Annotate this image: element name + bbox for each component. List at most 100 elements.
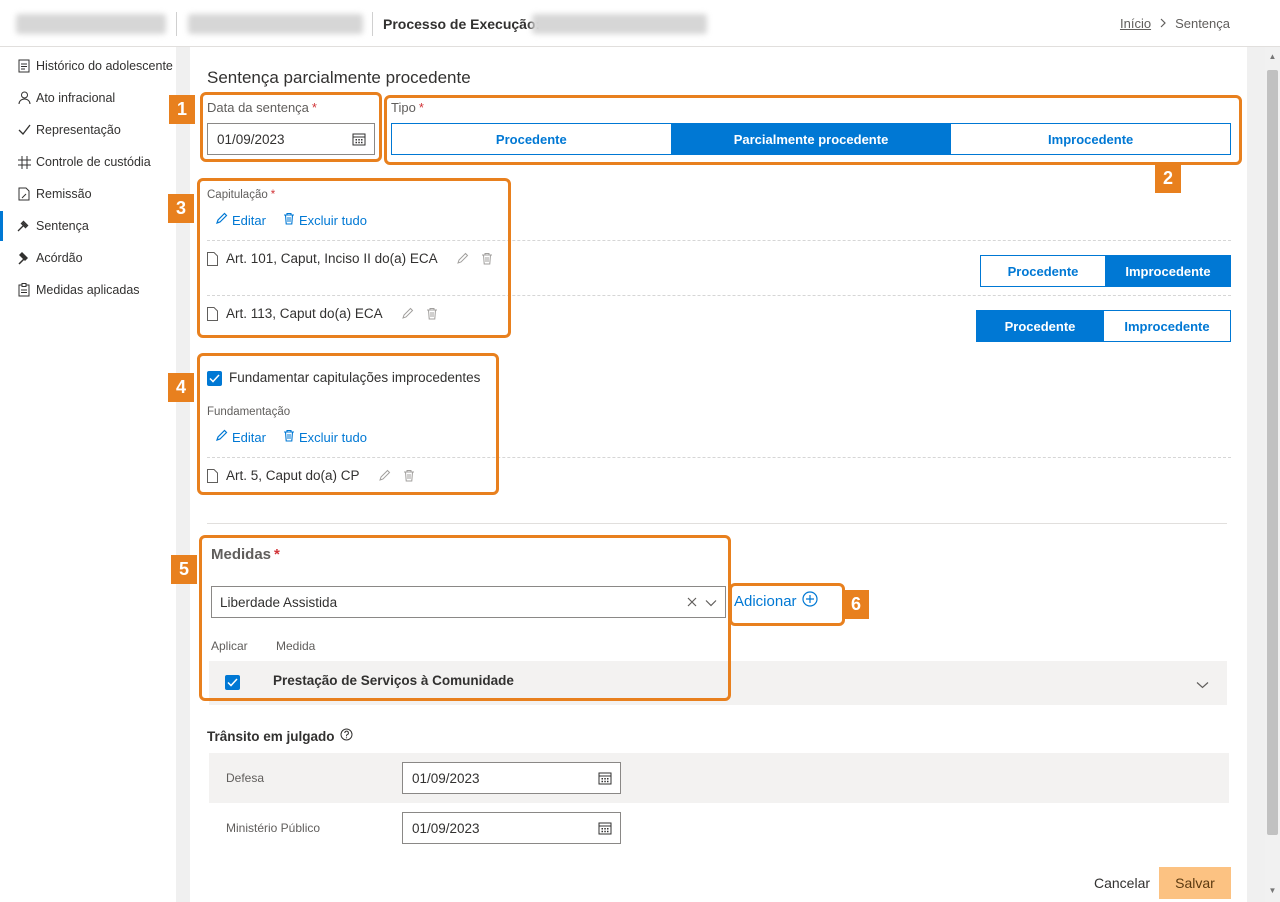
tipo-improcedente-button[interactable]: Improcedente: [951, 124, 1231, 154]
file-icon: [207, 468, 219, 483]
callout-badge-2: 2: [1155, 164, 1181, 193]
editar-capitulacao-button[interactable]: Editar: [215, 212, 266, 228]
sidebar-item-controle-custodia[interactable]: Controle de custódia: [0, 147, 176, 177]
gutter: [176, 47, 190, 902]
medida-aplicar-checkbox[interactable]: [225, 675, 240, 690]
sidebar-item-historico[interactable]: Histórico do adolescente: [0, 51, 176, 81]
sidebar-item-ato-infracional[interactable]: Ato infracional: [0, 83, 176, 113]
sidebar-item-label: Histórico do adolescente: [36, 59, 173, 73]
sidebar-item-acordao[interactable]: Acórdão: [0, 243, 176, 273]
section-divider: [207, 523, 1227, 524]
grid-icon: [17, 155, 31, 169]
trash-icon[interactable]: [426, 307, 439, 320]
pencil-icon[interactable]: [456, 252, 469, 265]
divider: [207, 295, 1231, 296]
defesa-label: Defesa: [226, 771, 265, 785]
help-icon[interactable]: [340, 728, 353, 744]
gavel-icon: [17, 219, 31, 233]
procedente-button[interactable]: Procedente: [981, 256, 1106, 286]
medida-row[interactable]: Prestação de Serviços à Comunidade: [209, 661, 1227, 705]
col-header-medida: Medida: [276, 639, 316, 653]
pencil-icon[interactable]: [378, 469, 391, 482]
data-sentenca-value: 01/09/2023: [217, 131, 285, 147]
defesa-row: Defesa: [209, 753, 1229, 803]
breadcrumb-current: Sentença: [1175, 16, 1230, 31]
improcedente-button[interactable]: Improcedente: [1106, 256, 1230, 286]
calendar-icon[interactable]: [352, 132, 366, 146]
chevron-right-icon: [1159, 16, 1167, 31]
tipo-procedente-button[interactable]: Procedente: [392, 124, 672, 154]
sidebar-item-sentenca[interactable]: Sentença: [0, 211, 176, 241]
blurred-process-number: [532, 14, 707, 34]
data-sentenca-field[interactable]: 01/09/2023: [207, 123, 375, 155]
sidebar-item-label: Sentença: [36, 219, 89, 233]
editar-fundamentacao-button[interactable]: Editar: [215, 429, 266, 445]
excluir-tudo-fundamentacao-button[interactable]: Excluir tudo: [283, 429, 367, 445]
add-circle-icon: [801, 591, 818, 611]
callout-badge-1: 1: [169, 95, 195, 124]
file-icon: [207, 251, 219, 266]
sidebar-item-remissao[interactable]: Remissão: [0, 179, 176, 209]
scroll-down-arrow[interactable]: ▼: [1265, 884, 1280, 898]
callout-badge-4: 4: [168, 373, 194, 402]
sidebar-item-representacao[interactable]: Representação: [0, 115, 176, 145]
sidebar-item-medidas-aplicadas[interactable]: Medidas aplicadas: [0, 275, 176, 305]
excluir-tudo-capitulacao-button[interactable]: Excluir tudo: [283, 212, 367, 228]
callout-badge-3: 3: [168, 194, 194, 223]
calendar-icon[interactable]: [598, 821, 612, 835]
blurred-name: [16, 14, 166, 34]
medidas-label: Medidas *: [211, 546, 280, 563]
trash-icon: [283, 212, 295, 228]
medida-name: Prestação de Serviços à Comunidade: [273, 673, 514, 688]
fundamentar-checkbox[interactable]: [207, 371, 222, 386]
sidebar-item-label: Representação: [36, 123, 121, 137]
capitulacao-text: Art. 101, Caput, Inciso II do(a) ECA: [226, 251, 438, 266]
fundamentar-label: Fundamentar capitulações improcedentes: [229, 370, 481, 385]
breadcrumb: Início Sentença: [1120, 16, 1230, 31]
fundamentacao-label: Fundamentação: [207, 406, 291, 418]
transito-label: Trânsito em julgado: [207, 728, 353, 744]
tipo-parcialmente-button[interactable]: Parcialmente procedente: [671, 124, 952, 154]
excluir-tudo-label: Excluir tudo: [299, 212, 367, 228]
capitulacao-2-toggle: Procedente Improcedente: [976, 310, 1231, 342]
chevron-down-icon[interactable]: [705, 595, 717, 610]
scroll-up-arrow[interactable]: ▲: [1265, 50, 1280, 64]
fundamentacao-row: Art. 5, Caput do(a) CP: [207, 468, 416, 483]
pencil-icon[interactable]: [401, 307, 414, 320]
chevron-down-icon[interactable]: [1196, 677, 1209, 692]
save-button[interactable]: Salvar: [1159, 867, 1231, 899]
person-icon: [17, 91, 31, 105]
file-icon: [207, 306, 219, 321]
page-title: Sentença parcialmente procedente: [207, 68, 471, 87]
sidebar-item-label: Remissão: [36, 187, 92, 201]
medida-select[interactable]: Liberdade Assistida: [211, 586, 726, 618]
excluir-tudo-label: Excluir tudo: [299, 429, 367, 445]
capitulacao-text: Art. 113, Caput do(a) ECA: [226, 306, 383, 321]
cancel-button[interactable]: Cancelar: [1085, 867, 1159, 899]
ministerio-publico-row: Ministério Público: [209, 803, 1229, 853]
editar-label: Editar: [232, 429, 266, 445]
procedente-button[interactable]: Procedente: [977, 311, 1104, 341]
trash-icon[interactable]: [403, 469, 416, 482]
capitulacao-1-toggle: Procedente Improcedente: [980, 255, 1231, 287]
callout-badge-5: 5: [171, 555, 197, 584]
scrollbar-thumb[interactable]: [1267, 70, 1278, 835]
ministerio-publico-date-field[interactable]: 01/09/2023: [402, 812, 621, 844]
clear-icon[interactable]: [687, 595, 697, 610]
capitulacao-row: Art. 113, Caput do(a) ECA: [207, 306, 439, 321]
capitulacao-row: Art. 101, Caput, Inciso II do(a) ECA: [207, 251, 494, 266]
clipboard-icon: [17, 283, 31, 297]
calendar-icon[interactable]: [598, 771, 612, 785]
document-icon: [17, 59, 31, 73]
sidebar-item-label: Controle de custódia: [36, 155, 151, 169]
improcedente-button[interactable]: Improcedente: [1104, 311, 1230, 341]
sidebar-item-label: Medidas aplicadas: [36, 283, 140, 297]
divider: [207, 457, 1231, 458]
defesa-date-field[interactable]: 01/09/2023: [402, 762, 621, 794]
trash-icon[interactable]: [481, 252, 494, 265]
divider: [176, 12, 177, 36]
adicionar-button[interactable]: Adicionar: [734, 591, 818, 611]
pencil-icon: [215, 429, 228, 445]
pencil-icon: [215, 212, 228, 228]
breadcrumb-home-link[interactable]: Início: [1120, 16, 1151, 31]
